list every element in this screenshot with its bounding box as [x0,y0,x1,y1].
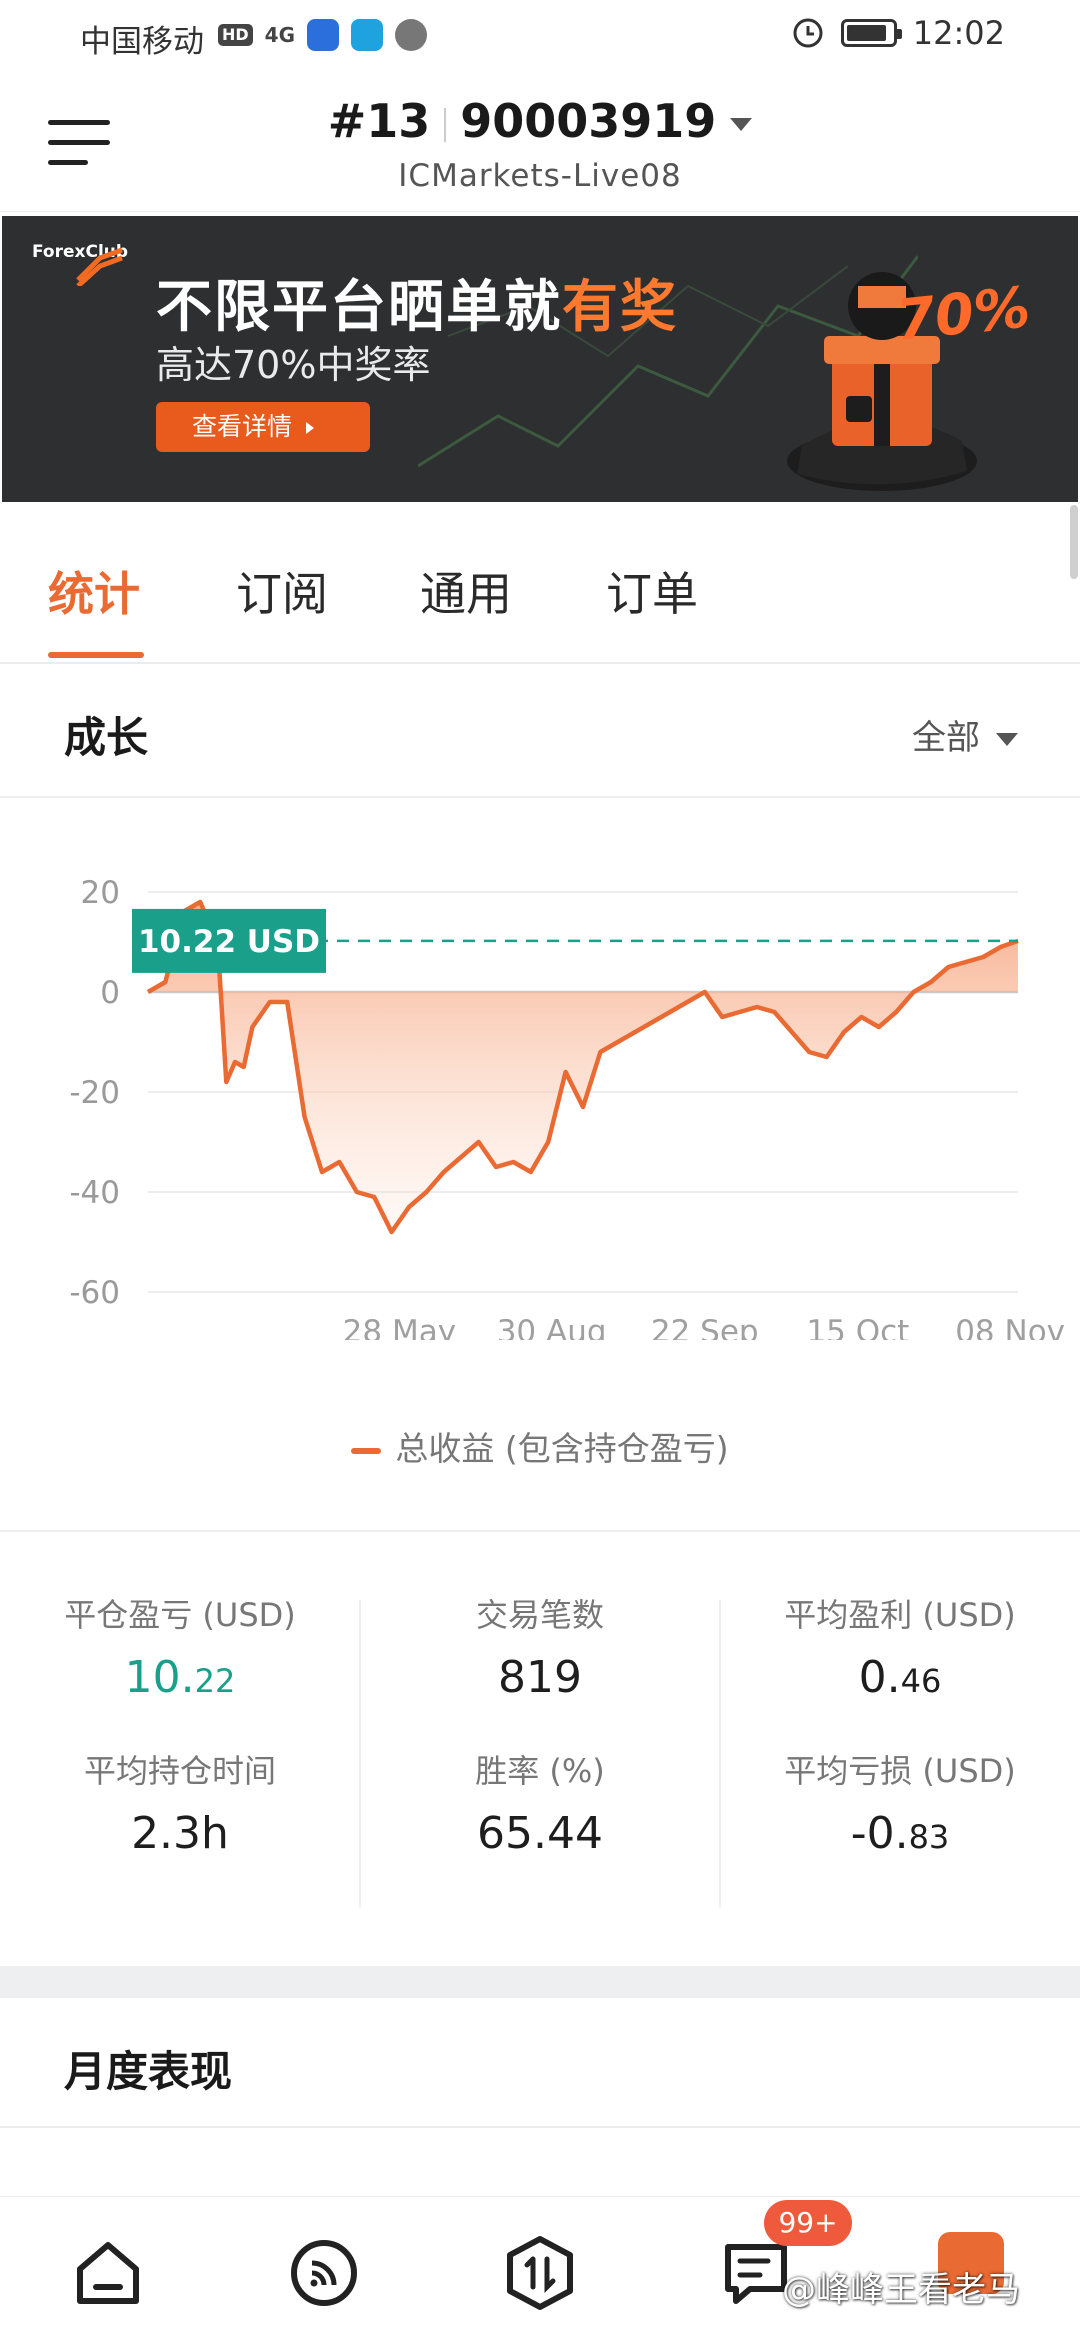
tab-orders[interactable]: 订单 [606,558,698,624]
growth-chart: 20 0 -20 -40 -60 28 May 30 Aug 22 Sep 15 Oct 08 N… [0,800,1080,1532]
stat-value: 2.3h [131,1808,229,1859]
banner-title: 不限平台晒单就有奖 [156,262,678,343]
tab-stats[interactable]: 统计 [48,558,140,624]
stat-label: 平均亏损 (USD) [784,1752,1016,1790]
stat-label: 平均盈利 (USD) [784,1596,1016,1634]
battery-icon [840,19,902,47]
y-tick-label: 20 [81,875,120,911]
tab-subscribe[interactable]: 订阅 [236,558,328,624]
stat-value: 65.44 [477,1808,603,1859]
account-rank: #13 [327,94,431,148]
legend-label: 总收益 (包含持仓盈亏) [395,1429,729,1468]
account-header: #13 90003919 ICMarkets-Live08 [0,72,1080,212]
y-tick-label: 0 [100,975,120,1011]
banner-title-text: 不限平台晒单就 [156,275,562,340]
y-tick-label: -60 [69,1275,120,1311]
carrier-name: 中国移动 [80,24,204,60]
monthly-title: 月度表现 [64,2047,233,2096]
watermark: @峰峰王看老马 [782,2270,1020,2310]
stat-avg-loss: 平均亏损 (USD) -0.83 [720,1746,1080,1859]
y-tick-label: -20 [69,1075,120,1111]
chart-legend: 总收益 (包含持仓盈亏) [0,1422,1080,1470]
signal-icon: 4G [264,23,296,47]
account-number: 90003919 [460,94,717,148]
section-gap [0,1966,1080,1998]
tab-general[interactable]: 通用 [420,558,512,624]
stat-win-rate: 胜率 (%) 65.44 [360,1746,720,1859]
stat-value-frac: 46 [900,1662,942,1700]
detail-tabs: 统计 订阅 通用 订单 [0,502,1080,664]
stat-value-int: 10. [124,1652,195,1703]
banner-title-highlight: 有奖 [562,275,678,340]
battery-level [846,25,887,41]
x-tick-label: 22 Sep [651,1314,759,1340]
monthly-performance-header: 月度表现 [0,1998,1080,2128]
banner-details-label: 查看详情 [192,412,293,441]
banner-subtitle: 高达70%中奖率 [156,343,431,387]
banner-percent-badge: 70% [892,275,1034,354]
y-tick-label: -40 [69,1175,120,1211]
feed-icon [291,2240,357,2306]
hand-icon [395,19,428,51]
stat-value: 10.22 [0,1652,360,1703]
banner-details-button[interactable]: 查看详情 [156,402,370,452]
chevron-down-icon [730,118,753,131]
divider [0,1530,1080,1532]
stat-value-frac: 22 [194,1662,236,1700]
status-right: 12:02 [791,14,1005,52]
stat-value-int: -0. [850,1808,909,1859]
nav-trade[interactable] [500,2233,580,2313]
divider [359,1600,361,1908]
divider [719,1600,721,1908]
x-tick-label: 08 Nov [955,1314,1065,1340]
stat-label: 胜率 (%) [475,1752,605,1790]
chevron-down-icon [996,733,1018,746]
clock: 12:02 [912,14,1005,52]
stat-label: 平仓盈亏 (USD) [64,1596,296,1634]
forexclub-logo-icon [76,247,123,286]
x-tick-label: 15 Oct [806,1314,909,1340]
status-bar: 中国移动 HD 4G 12:02 [0,0,1080,72]
stats-grid: 平仓盈亏 (USD) 10.22 交易笔数 819 平均盈利 (USD) 0.4… [0,1590,1080,1910]
range-filter-dropdown[interactable]: 全部 [912,710,1018,759]
alarm-icon [793,18,823,48]
growth-section-header: 成长 全部 [0,664,1080,798]
stat-value-frac: 83 [908,1818,950,1856]
stat-value: 819 [498,1652,582,1703]
range-filter-label: 全部 [912,718,980,758]
x-tick-label: 28 May [343,1314,456,1340]
hd-badge: HD [218,24,253,46]
active-tab-indicator [48,652,144,658]
play-arrow-icon [306,422,315,434]
status-icons: HD 4G [218,18,428,52]
trade-icon [507,2236,573,2310]
nav-home[interactable] [68,2233,148,2313]
stat-closed-pnl: 平仓盈亏 (USD) 10.22 [0,1590,360,1703]
stat-avg-profit: 平均盈利 (USD) 0.46 [720,1590,1080,1703]
current-value-label: 10.22 USD [138,924,320,960]
stat-avg-hold-time: 平均持仓时间 2.3h [0,1746,360,1859]
stat-value: -0.83 [720,1808,1080,1859]
stat-label: 平均持仓时间 [83,1752,276,1790]
legend-swatch [351,1447,382,1454]
divider [444,107,447,142]
scrollbar[interactable] [1070,505,1078,579]
app-notification-icon [307,19,340,51]
stat-label: 交易笔数 [475,1596,604,1634]
stat-value-int: 0. [858,1652,901,1703]
stat-value: 0.46 [720,1652,1080,1703]
account-selector[interactable]: #13 90003919 [0,94,1080,148]
x-tick-label: 30 Aug [497,1314,607,1340]
growth-title: 成长 [64,713,149,762]
promo-banner[interactable]: ForexClub 不限平台晒单就有奖 高达70%中奖率 查看详情 70% [2,216,1078,502]
server-name: ICMarkets-Live08 [398,158,682,194]
growth-chart-svg: 20 0 -20 -40 -60 28 May 30 Aug 22 Sep 15 Oct 08 N… [69,875,1065,1340]
notification-badge: 99+ [764,2200,852,2246]
nav-feed[interactable] [284,2233,364,2313]
search-app-icon [351,19,384,51]
home-icon [77,2242,139,2304]
stat-trade-count: 交易笔数 819 [360,1590,720,1703]
